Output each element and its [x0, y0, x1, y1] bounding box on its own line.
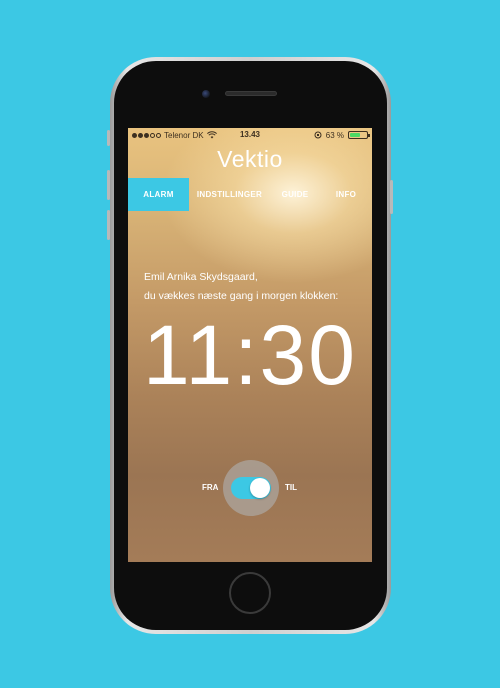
user-name-line: Emil Arnika Skydsgaard,: [144, 271, 258, 283]
power-button: [390, 180, 393, 214]
toggle-off-label: FRA: [202, 483, 219, 492]
app-screen: Telenor DK 13.43 63 % Vektio ALARM INDST…: [128, 128, 372, 562]
tab-indstillinger[interactable]: INDSTILLINGER: [189, 178, 270, 211]
status-bar: Telenor DK 13.43 63 %: [128, 128, 372, 142]
mute-switch: [107, 130, 110, 146]
status-time: 13.43: [239, 130, 261, 139]
toggle-on-label: TIL: [285, 483, 297, 492]
wake-message-line: du vækkes næste gang i morgen klokken:: [144, 290, 339, 302]
alarm-toggle-row: FRA TIL: [128, 458, 372, 518]
app-title: Vektio: [217, 146, 283, 172]
earpiece-speaker: [225, 91, 277, 96]
volume-down-button: [107, 210, 110, 240]
tab-bar: ALARM INDSTILLINGER GUIDE INFO: [128, 178, 372, 211]
home-button[interactable]: [229, 572, 271, 614]
tab-alarm[interactable]: ALARM: [128, 178, 189, 211]
battery-level: [350, 133, 361, 137]
front-camera: [202, 90, 210, 98]
alarm-greeting: Emil Arnika Skydsgaard, du vækkes næste …: [144, 268, 338, 306]
toggle-knob[interactable]: [250, 478, 270, 498]
alarm-time: 11:30: [143, 308, 357, 402]
volume-up-button: [107, 170, 110, 200]
battery-icon: [348, 131, 370, 139]
tab-info[interactable]: INFO: [320, 178, 372, 211]
tab-guide[interactable]: GUIDE: [270, 178, 320, 211]
